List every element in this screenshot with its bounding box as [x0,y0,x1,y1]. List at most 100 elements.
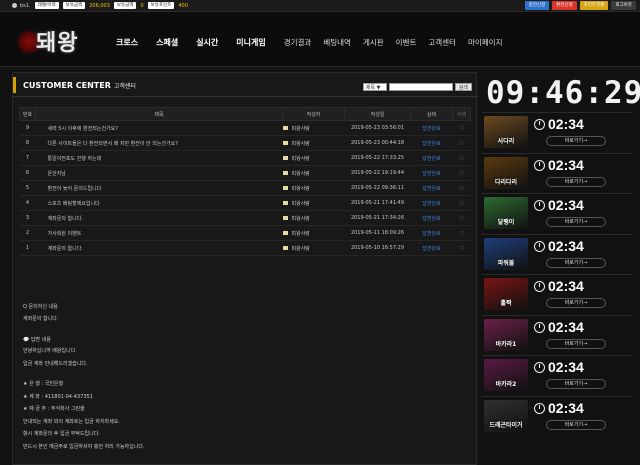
table-row[interactable]: 2 가사회원 이벤트 피왕사랑 2019-05-11 18:09:26 답변완료… [19,225,471,241]
table-row[interactable]: 3 계좌문의 합니다. 피왕사랑 2019-05-21 17:34:26 답변완… [19,210,471,226]
row-status-badge: 답변완료 [410,180,453,196]
answer-line: ★ 계 좌 : 411801-04-437351 [23,393,93,400]
table-row[interactable]: 6 온안지남 피왕사랑 2019-05-22 19:19:44 답변완료 ○ [19,165,471,181]
row-title-link[interactable]: 계좌문의 합니다. [35,240,283,256]
minigame-thumbnail[interactable]: 바카라2 [484,359,528,391]
page-title: CUSTOMER CENTER 고객센터 [23,81,136,90]
search-input[interactable] [388,83,453,91]
row-author-name: 피왕사랑 [291,140,310,147]
row-author: 피왕사랑 [282,180,345,196]
row-title-link[interactable]: 가사회원 이벤트 [35,225,283,241]
row-delete-button[interactable]: ○ [452,195,471,211]
alarm-clock-icon [534,321,545,333]
nav-special[interactable]: 스페셜 [150,37,184,48]
row-title-link[interactable]: 통일이전포도 진행 하는데 [35,150,283,166]
row-title-link[interactable]: 계좌문의 합니다. [35,210,283,226]
row-title-link[interactable]: 환전이 늦어 문의드립니다 [35,180,283,196]
table-row[interactable]: 8 다른 사이트들은 다 환전되면서 왜 저만 환전이 안 되는건가요? 피왕사… [19,135,471,151]
minigame-thumbnail[interactable]: 바카라1 [484,318,528,351]
user-name: bs1. [20,2,31,9]
minigame-thumbnail[interactable]: 다리다리 [484,156,528,189]
row-number: 3 [19,210,36,226]
nav-customer-center[interactable]: 고객센터 [422,37,462,48]
table-row[interactable]: 5 환전이 늦어 문의드립니다 피왕사랑 2019-05-22 09:36:11… [19,180,471,196]
withdraw-request-button[interactable]: 환전신청 [552,1,577,10]
row-delete-button[interactable]: ○ [452,150,471,166]
row-number: 2 [19,225,36,241]
author-icon [282,126,288,130]
minigame-go-button[interactable]: 바로가기→ [546,419,606,430]
site-logo[interactable]: 돼왕 [14,22,84,58]
row-status-badge: 답변완료 [410,210,453,226]
row-date: 2019-05-23 00:44:18 [344,135,411,151]
minigame-go-button[interactable]: 바로가기→ [546,217,606,227]
col-state: 상태 [410,107,453,121]
table-row[interactable]: 7 통일이전포도 진행 하는데 피왕사랑 2019-05-22 17:33:25… [19,150,471,166]
row-author: 피왕사랑 [282,120,345,136]
row-author-name: 피왕사랑 [291,245,310,252]
nav-results[interactable]: 경기결과 [278,37,318,48]
row-number: 7 [19,150,36,166]
minigame-thumbnail[interactable]: 파워볼 [484,237,528,270]
row-delete-button[interactable]: ○ [452,120,471,136]
minigame-go-button[interactable]: 바로가기→ [546,136,606,146]
minigame-name: 홀짝 [500,300,512,307]
minigame-name: 바카라1 [495,340,517,348]
row-author-name: 피왕사랑 [291,125,310,132]
row-delete-button[interactable]: ○ [452,180,471,196]
minigame-thumbnail[interactable]: 달팽이 [484,197,528,229]
row-status-badge: 답변완료 [410,165,453,181]
row-delete-button[interactable]: ○ [452,240,471,256]
nav-board[interactable]: 게시판 [357,37,390,48]
digital-clock: 09:46:29 [486,75,640,111]
table-row[interactable]: 9 세력 5시 이후에 환전되는건가요? 피왕사랑 2019-05-23 03:… [19,120,471,136]
table-row[interactable]: 1 계좌문의 합니다. 피왕사랑 2019-05-10 16:57:29 답변완… [19,240,471,256]
row-delete-button[interactable]: ○ [452,210,471,226]
nav-live[interactable]: 실시간 [190,37,224,48]
table-row[interactable]: 4 스포츠 베팅할께요입니다 피왕사랑 2019-05-21 17:41:49 … [19,195,471,211]
minigame-go-button[interactable]: 바로가기→ [546,379,606,389]
minigame-go-button[interactable]: 바로가기→ [546,298,606,308]
search-field-select[interactable]: 제목 ▼ [362,83,387,91]
minigame-thumbnail[interactable]: 드래곤타이거 [484,399,528,432]
title-accent-bar [13,77,16,93]
row-author: 피왕사랑 [282,225,345,241]
minigame-countdown: 02:34 [548,237,584,254]
minigame-go-button[interactable]: 바로가기→ [546,176,606,187]
nav-event[interactable]: 이벤트 [390,37,423,48]
nav-minigame[interactable]: 미니게임 [230,37,271,48]
nav-mypage[interactable]: 마이페이지 [462,37,509,48]
logo-text: 돼왕 [36,30,79,56]
point-convert-button[interactable]: 포인트전환 [579,1,609,10]
nav-bet-history[interactable]: 베팅내역 [317,37,357,48]
minigame-name: 바카라2 [495,381,517,388]
row-date: 2019-05-22 09:36:11 [344,180,411,196]
row-number: 1 [19,240,36,256]
logout-button[interactable]: 로그아웃 [611,1,636,10]
row-number: 9 [19,120,36,136]
minigame-go-button[interactable]: 바로가기→ [546,338,606,349]
deposit-request-button[interactable]: 충전신청 [524,1,550,10]
row-status-badge: 답변완료 [410,150,453,166]
row-delete-button[interactable]: ○ [452,165,471,181]
minigame-thumbnail[interactable]: 사다리 [484,116,528,148]
minigame-countdown: 02:34 [548,116,584,132]
row-title-link[interactable]: 세력 5시 이후에 환전되는건가요? [35,120,283,136]
row-number: 6 [19,165,36,181]
row-author: 피왕사랑 [282,135,345,151]
search-bar: 제목 ▼ 검색 [362,83,472,91]
customer-center-panel: CUSTOMER CENTER 고객센터 제목 ▼ 검색 번호 제목 작성자 작성… [12,72,478,465]
row-title-link[interactable]: 스포츠 베팅할께요입니다 [35,195,283,211]
row-delete-button[interactable]: ○ [452,135,471,151]
row-title-link[interactable]: 온안지남 [35,165,283,181]
row-title-link[interactable]: 다른 사이트들은 다 환전되면서 왜 저만 환전이 안 되는건가요? [35,135,283,151]
minigame-go-button[interactable]: 바로가기→ [546,257,606,268]
minigame-card: 홀짝 02:34 바로가기→ [482,274,632,312]
search-button[interactable]: 검색 [454,83,472,91]
nav-cross[interactable]: 크로스 [110,37,144,48]
row-author: 피왕사랑 [282,195,345,211]
row-status-badge: 답변완료 [410,240,453,256]
minigame-thumbnail[interactable]: 홀짝 [484,278,528,310]
question-text: 계좌문의 합니다. [23,316,59,322]
row-delete-button[interactable]: ○ [452,225,471,241]
